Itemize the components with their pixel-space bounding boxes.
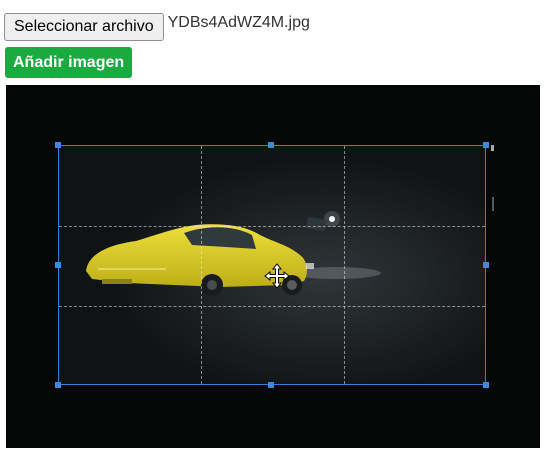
crop-handle-e[interactable] — [483, 262, 489, 268]
crop-handle-w[interactable] — [55, 262, 61, 268]
file-input[interactable]: Seleccionar archivo YDBs4AdWZ4M.jpg — [4, 12, 310, 42]
crop-handle-se[interactable] — [483, 382, 489, 388]
crop-handle-sw[interactable] — [55, 382, 61, 388]
crop-grid-line — [201, 146, 202, 384]
add-image-button[interactable]: Añadir imagen — [5, 47, 133, 78]
crop-grid-line — [59, 226, 485, 227]
crop-grid-line — [344, 146, 345, 384]
selected-file-name: YDBs4AdWZ4M.jpg — [167, 14, 310, 31]
image-cropper[interactable] — [6, 85, 540, 448]
crop-handle-nw[interactable] — [55, 142, 61, 148]
choose-file-button[interactable]: Seleccionar archivo — [4, 13, 164, 41]
move-cursor-icon — [264, 263, 290, 289]
crop-handle-ne[interactable] — [483, 142, 489, 148]
crop-handle-s[interactable] — [268, 382, 274, 388]
crop-grid-line — [59, 306, 485, 307]
crop-handle-n[interactable] — [268, 142, 274, 148]
